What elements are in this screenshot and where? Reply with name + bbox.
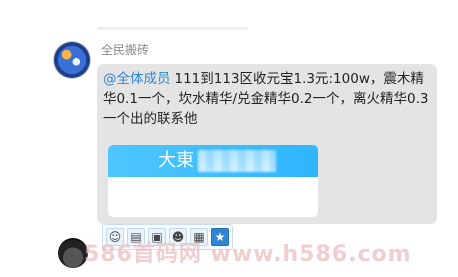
message-text-block: @全体成员 111到113区收元宝1.3元:100w，震木精华0.1一个，坎水精华… [103, 69, 431, 129]
contact-card-header: 大東 [108, 145, 318, 177]
sender-name[interactable]: 全民搬砖 [101, 42, 149, 58]
previous-message-divider [98, 27, 248, 30]
contact-card-title: 大東 [158, 150, 194, 171]
message-bubble: @全体成员 111到113区收元宝1.3元:100w，震木精华0.1一个，坎水精华… [97, 64, 437, 224]
sender-avatar[interactable] [54, 42, 90, 78]
mention-all-link[interactable]: @全体成员 [103, 71, 171, 87]
contact-card[interactable]: 大東 [108, 145, 318, 217]
blurred-contact-name [198, 150, 276, 172]
site-watermark: 586首码网 www.h586.com [84, 242, 412, 267]
